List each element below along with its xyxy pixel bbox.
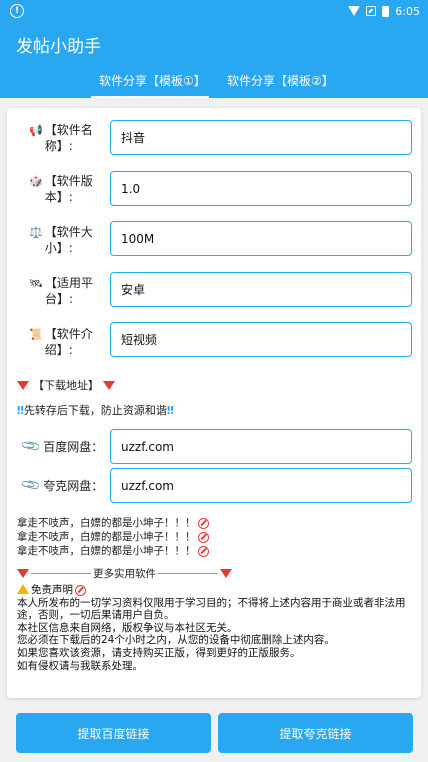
download-section-title: 【下载地址】 — [17, 377, 115, 393]
red-triangle-icon — [103, 380, 115, 390]
form-card: 📢 【软件名称】: 抖音 🎲 【软件版本】: 1.0 ⚖️ 【软件大小】: 100M … — [7, 108, 421, 698]
paperclip-icon: 📎 — [20, 474, 43, 497]
app-bar: 发帖小助手 — [0, 22, 428, 66]
status-time: 6:05 — [395, 4, 420, 18]
extract-baidu-button[interactable]: 提取百度链接 — [16, 713, 211, 753]
more-software-divider: 更多实用软件 — [17, 566, 232, 581]
tab-template-2[interactable]: 软件分享【模板②】 — [219, 66, 337, 98]
software-name-input[interactable]: 抖音 — [110, 120, 412, 155]
software-intro-input[interactable]: 短视频 — [110, 322, 412, 357]
battery-icon — [382, 5, 390, 17]
divider-line — [31, 573, 91, 574]
field-row-name: 📢 【软件名称】: — [29, 122, 109, 154]
no-entry-icon — [197, 517, 209, 529]
baidu-link-input[interactable]: uzzf.com — [110, 429, 412, 464]
signal-icon — [366, 6, 377, 16]
app-title: 发帖小助手 — [16, 36, 101, 57]
double-exclamation-icon: ‼ — [17, 404, 24, 417]
field-label-size: 【软件大小】: — [44, 225, 93, 255]
notification-icon: ! — [10, 4, 24, 18]
scale-icon: ⚖️ — [29, 226, 43, 239]
field-row-version: 🎲 【软件版本】: — [29, 173, 109, 205]
field-label-intro: 【软件介绍】: — [44, 327, 93, 357]
warning-text: 拿走不吱声，白嫖的都是小坤子！！！ — [17, 517, 196, 529]
baidu-label: 📎 百度网盘： — [20, 435, 104, 458]
scroll-icon: 📜 — [29, 328, 43, 341]
download-title-text: 【下载地址】 — [33, 379, 99, 392]
divider-line — [158, 573, 218, 574]
quark-link-input[interactable]: uzzf.com — [110, 468, 412, 503]
baidu-label-text: 百度网盘： — [43, 440, 104, 454]
download-hint-text: 先转存后下载，防止资源和谐 — [23, 404, 167, 417]
red-triangle-icon — [17, 380, 29, 390]
download-hint: ‼先转存后下载，防止资源和谐‼ — [17, 402, 174, 418]
field-row-size: ⚖️ 【软件大小】: — [29, 224, 109, 256]
warning-text: 拿走不吱声，白嫖的都是小坤子！！！ — [17, 531, 196, 543]
extract-quark-button[interactable]: 提取夸克链接 — [218, 713, 413, 753]
tab-bar: 软件分享【模板①】 软件分享【模板②】 — [0, 66, 428, 98]
field-label-platform: 【适用平台】: — [44, 276, 93, 306]
disclaimer-title-text: 免责声明 — [31, 584, 73, 596]
status-bar: ! 6:05 — [0, 0, 428, 22]
warning-text: 拿走不吱声，白嫖的都是小坤子！！！ — [17, 545, 196, 557]
red-triangle-icon — [17, 569, 29, 578]
disclaimer-line: 如有侵权请与我联系处理。 — [17, 659, 143, 672]
warning-line: 拿走不吱声，白嫖的都是小坤子！！！ — [17, 516, 209, 530]
field-label-name: 【软件名称】: — [44, 123, 93, 153]
no-entry-icon — [197, 545, 209, 557]
warning-icon — [17, 584, 29, 594]
platform-input[interactable]: 安卓 — [110, 272, 412, 307]
disclaimer-title: 免责声明 — [17, 584, 417, 597]
dice-icon: 🎲 — [29, 175, 43, 188]
field-row-platform: 🛰 【适用平台】: — [29, 275, 109, 307]
warning-line: 拿走不吱声，白嫖的都是小坤子！！！ — [17, 530, 209, 544]
warning-lines: 拿走不吱声，白嫖的都是小坤子！！！ 拿走不吱声，白嫖的都是小坤子！！！ 拿走不吱… — [17, 516, 209, 558]
megaphone-icon: 📢 — [29, 124, 43, 137]
quark-label: 📎 夸克网盘： — [20, 474, 104, 497]
wifi-icon — [348, 6, 361, 16]
more-software-text: 更多实用软件 — [93, 568, 156, 580]
satellite-icon: 🛰 — [29, 277, 43, 290]
no-entry-icon — [197, 531, 209, 543]
disclaimer-line: 本社区信息来自网络，版权争议与本社区无关。 — [17, 621, 238, 634]
disclaimer-line: 如果您喜欢该资源，请支持购买正版，得到更好的正版服务。 — [17, 646, 301, 659]
disclaimer-line: 您必须在下载后的24个小时之内，从您的设备中彻底删除上述内容。 — [17, 634, 335, 647]
warning-line: 拿走不吱声，白嫖的都是小坤子！！！ — [17, 544, 209, 558]
paperclip-icon: 📎 — [20, 435, 43, 458]
no-entry-icon — [75, 584, 86, 596]
field-row-intro: 📜 【软件介绍】: — [29, 326, 109, 358]
software-version-input[interactable]: 1.0 — [110, 171, 412, 206]
disclaimer-line: 本人所发布的一切学习资料仅限用于学习目的；不得将上述内容用于商业或者非法用途，否… — [17, 596, 406, 622]
disclaimer: 免责声明 本人所发布的一切学习资料仅限用于学习目的；不得将上述内容用于商业或者非… — [17, 584, 417, 672]
quark-label-text: 夸克网盘： — [43, 479, 104, 493]
field-label-version: 【软件版本】: — [44, 174, 93, 204]
red-triangle-icon — [220, 569, 232, 578]
tab-template-1[interactable]: 软件分享【模板①】 — [91, 66, 209, 98]
software-size-input[interactable]: 100M — [110, 221, 412, 256]
double-exclamation-icon: ‼ — [166, 404, 174, 417]
